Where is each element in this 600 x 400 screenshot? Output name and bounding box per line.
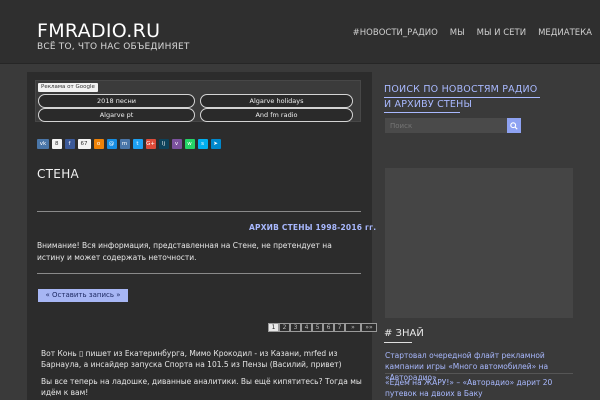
nav-item-media[interactable]: МЕДИАТЕКА xyxy=(538,28,592,38)
twitter-share-icon[interactable]: t xyxy=(132,139,143,149)
archive-link[interactable]: АРХИВ СТЕНЫ 1998-2016 гг. xyxy=(249,223,376,232)
title-underline xyxy=(384,97,540,98)
main-nav: #НОВОСТИ_РАДИО МЫ МЫ и СЕТИ МЕДИАТЕКА xyxy=(353,28,592,38)
facebook-share-icon[interactable]: f xyxy=(64,139,75,149)
page-link[interactable]: 7 xyxy=(334,323,345,332)
share-bar: vk 8 f 67 о @ m t G+ lj v w s ➤ xyxy=(37,139,221,149)
nav-item-about[interactable]: МЫ xyxy=(450,28,465,38)
title-underline xyxy=(384,342,412,343)
sidebar-ad-placeholder xyxy=(385,168,573,318)
vk-share-count: 8 xyxy=(52,139,62,149)
ad-link[interactable]: And fm radio xyxy=(200,108,353,122)
divider xyxy=(37,211,361,212)
leave-post-button[interactable]: « Оставить запись » xyxy=(38,289,128,302)
google-ad-block: Реклама от Google 2018 песни Algarve hol… xyxy=(35,80,361,122)
pagination: 1 2 3 4 5 6 7 » »» xyxy=(268,323,377,332)
viber-share-icon[interactable]: v xyxy=(171,139,182,149)
wall-message: Вы все теперь на ладошке, диванные анали… xyxy=(41,377,362,397)
myworld-share-icon[interactable]: m xyxy=(119,139,130,149)
skype-share-icon[interactable]: s xyxy=(197,139,208,149)
whatsapp-share-icon[interactable]: w xyxy=(184,139,195,149)
site-title[interactable]: FMRADIO.RU xyxy=(37,20,160,42)
search-icon xyxy=(510,121,518,130)
mail-share-icon[interactable]: @ xyxy=(106,139,117,149)
livejournal-share-icon[interactable]: lj xyxy=(158,139,169,149)
ad-label[interactable]: Реклама от Google xyxy=(38,83,98,92)
wall-message: Вот Конь ▯ пишет из Екатеринбурга, Мимо … xyxy=(41,349,342,369)
site-description: ВСЁ ТО, ЧТО НАС ОБЪЕДИНЯЕТ xyxy=(37,42,190,52)
page-link[interactable]: 3 xyxy=(290,323,301,332)
znai-section-title: # ЗНАЙ xyxy=(384,328,424,339)
page-link[interactable]: 2 xyxy=(279,323,290,332)
page-link[interactable]: 1 xyxy=(268,323,279,332)
search-input[interactable] xyxy=(385,118,507,133)
odnoklassniki-share-icon[interactable]: о xyxy=(93,139,104,149)
last-page-link[interactable]: »» xyxy=(361,323,377,332)
divider xyxy=(37,273,361,274)
news-link[interactable]: «Едем на ЖАРУ!» – «Авторадио» дарит 20 п… xyxy=(385,377,573,399)
facebook-share-count: 67 xyxy=(77,139,91,149)
page-title: СТЕНА xyxy=(37,167,80,181)
telegram-share-icon[interactable]: ➤ xyxy=(210,139,221,149)
vk-share-icon[interactable]: vk xyxy=(37,139,49,149)
next-page-link[interactable]: » xyxy=(345,323,361,332)
page-link[interactable]: 6 xyxy=(323,323,334,332)
ad-link[interactable]: Algarve pt xyxy=(38,108,195,122)
page-link[interactable]: 5 xyxy=(312,323,323,332)
site-header: FMRADIO.RU ВСЁ ТО, ЧТО НАС ОБЪЕДИНЯЕТ #Н… xyxy=(0,0,600,64)
divider xyxy=(385,373,573,374)
notice-text: Внимание! Вся информация, представленная… xyxy=(37,241,332,262)
search-button[interactable] xyxy=(507,118,521,133)
title-underline xyxy=(384,112,460,113)
ad-link[interactable]: 2018 песни xyxy=(38,94,195,108)
ad-link[interactable]: Algarve holidays xyxy=(200,94,353,108)
nav-item-news[interactable]: #НОВОСТИ_РАДИО xyxy=(353,28,438,38)
nav-item-social[interactable]: МЫ и СЕТИ xyxy=(477,28,526,38)
google-plus-share-icon[interactable]: G+ xyxy=(145,139,156,149)
page-link[interactable]: 4 xyxy=(301,323,312,332)
